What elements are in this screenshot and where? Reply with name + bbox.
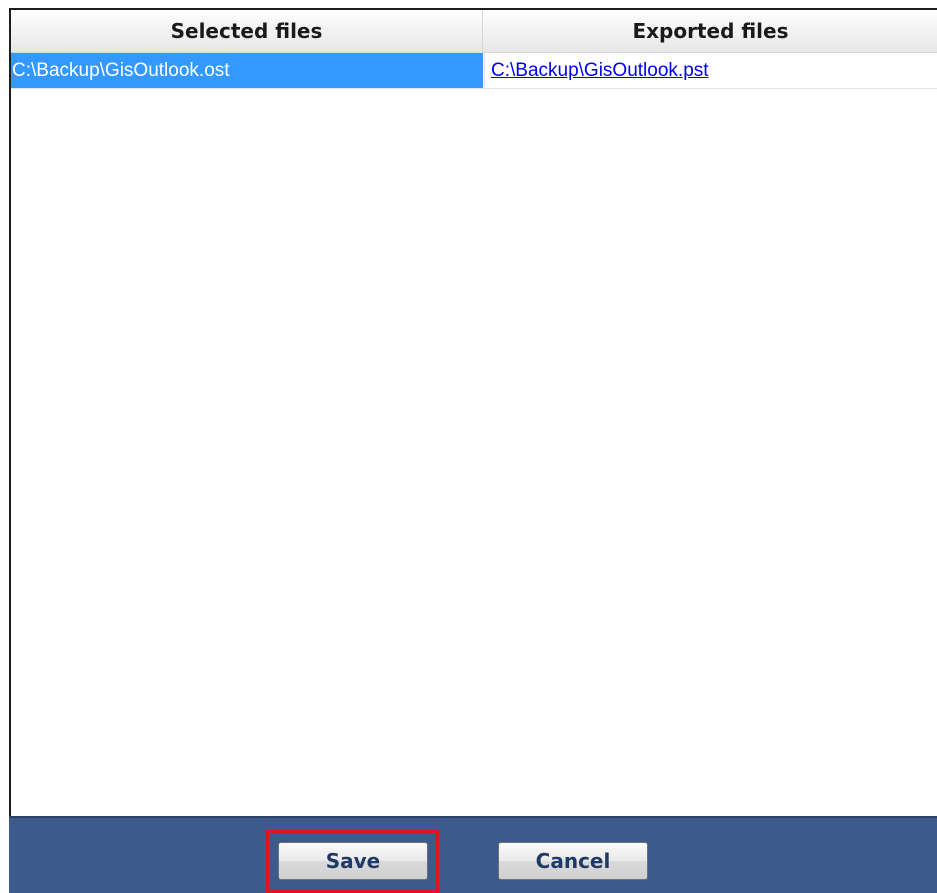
exported-file-link[interactable]: C:\Backup\GisOutlook.pst bbox=[491, 60, 709, 81]
save-button[interactable]: Save bbox=[278, 842, 428, 880]
cancel-button[interactable]: Cancel bbox=[498, 842, 648, 880]
grid-header: Selected files Exported files bbox=[11, 10, 937, 53]
file-grid: Selected files Exported files C:\Backup\… bbox=[9, 8, 937, 816]
exported-file-cell: C:\Backup\GisOutlook.pst bbox=[484, 53, 937, 88]
column-header-exported-files[interactable]: Exported files bbox=[484, 10, 937, 52]
column-header-selected-files[interactable]: Selected files bbox=[11, 10, 483, 52]
export-results-window: Selected files Exported files C:\Backup\… bbox=[0, 0, 937, 893]
button-bar: Save Cancel bbox=[9, 816, 937, 893]
table-row[interactable]: C:\Backup\GisOutlook.ost C:\Backup\GisOu… bbox=[11, 53, 937, 89]
selected-file-cell[interactable]: C:\Backup\GisOutlook.ost bbox=[11, 53, 483, 88]
